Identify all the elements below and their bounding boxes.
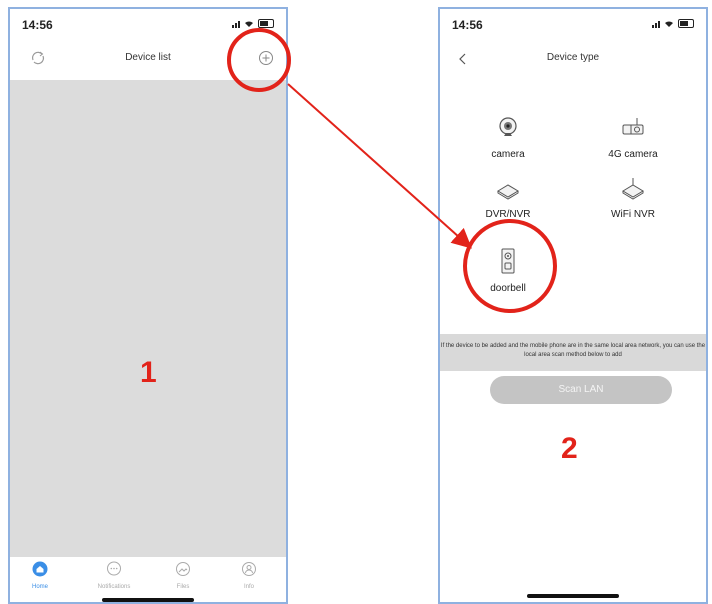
step-number-2: 2 [561, 432, 578, 465]
webcam-icon [499, 117, 517, 136]
signal-icon [232, 20, 240, 28]
user-icon [242, 562, 256, 576]
chat-bubble-icon [107, 561, 121, 576]
tab-home[interactable]: Home [10, 561, 70, 590]
device-list-area [10, 80, 286, 557]
page-title: Device type [546, 52, 600, 63]
nav-bar: Device type [440, 39, 706, 79]
page-title: Device list [125, 52, 171, 63]
device-camera[interactable]: camera [463, 116, 553, 160]
tab-home-label: Home [31, 584, 48, 590]
device-dvr-nvr[interactable]: DVR/NVR [463, 182, 553, 220]
tab-notifications[interactable]: Notifications [84, 561, 144, 590]
nav-bar: Device list [10, 39, 286, 79]
tab-files-label: Files [176, 584, 190, 590]
device-list-screen: 14:56 Device list Home Notifications Fil… [8, 7, 288, 604]
device-wifi-nvr[interactable]: WiFi NVR [588, 176, 678, 220]
bullet-camera-icon [622, 118, 644, 135]
wifi-icon [665, 20, 673, 27]
signal-icon [652, 20, 660, 28]
device-label: 4G camera [608, 149, 658, 160]
image-icon [176, 562, 190, 576]
status-icons [652, 19, 694, 28]
device-label: DVR/NVR [485, 209, 531, 220]
battery-icon [678, 19, 694, 28]
wifi-nvr-icon [622, 178, 644, 200]
tab-info[interactable]: Info [219, 561, 279, 590]
status-icons [232, 19, 274, 28]
tab-bar: Home Notifications Files Info [10, 557, 286, 602]
device-label: doorbell [490, 283, 526, 294]
home-indicator [527, 594, 619, 598]
tab-info-label: Info [243, 584, 254, 590]
device-label: camera [491, 149, 525, 160]
status-time: 14:56 [452, 18, 483, 32]
doorbell-icon [501, 248, 515, 274]
device-4g-camera[interactable]: 4G camera [588, 116, 678, 160]
battery-icon [258, 19, 274, 28]
status-time: 14:56 [22, 18, 53, 32]
device-label: WiFi NVR [611, 209, 655, 220]
step-number-1: 1 [140, 356, 157, 389]
status-bar: 14:56 [10, 9, 286, 39]
status-bar: 14:56 [440, 9, 706, 39]
tab-notifications-label: Notifications [97, 584, 131, 590]
device-doorbell[interactable]: doorbell [463, 248, 553, 294]
tab-files[interactable]: Files [153, 561, 213, 590]
scan-lan-button[interactable]: Scan LAN [490, 376, 672, 404]
lan-info-banner: If the device to be added and the mobile… [440, 334, 706, 371]
wifi-icon [245, 20, 253, 27]
home-indicator [102, 598, 194, 602]
dvr-box-icon [497, 184, 519, 200]
add-circle-icon[interactable] [258, 50, 274, 66]
device-type-screen: 14:56 Device type camera 4G camera DVR/N… [438, 7, 708, 604]
home-icon [32, 561, 48, 577]
